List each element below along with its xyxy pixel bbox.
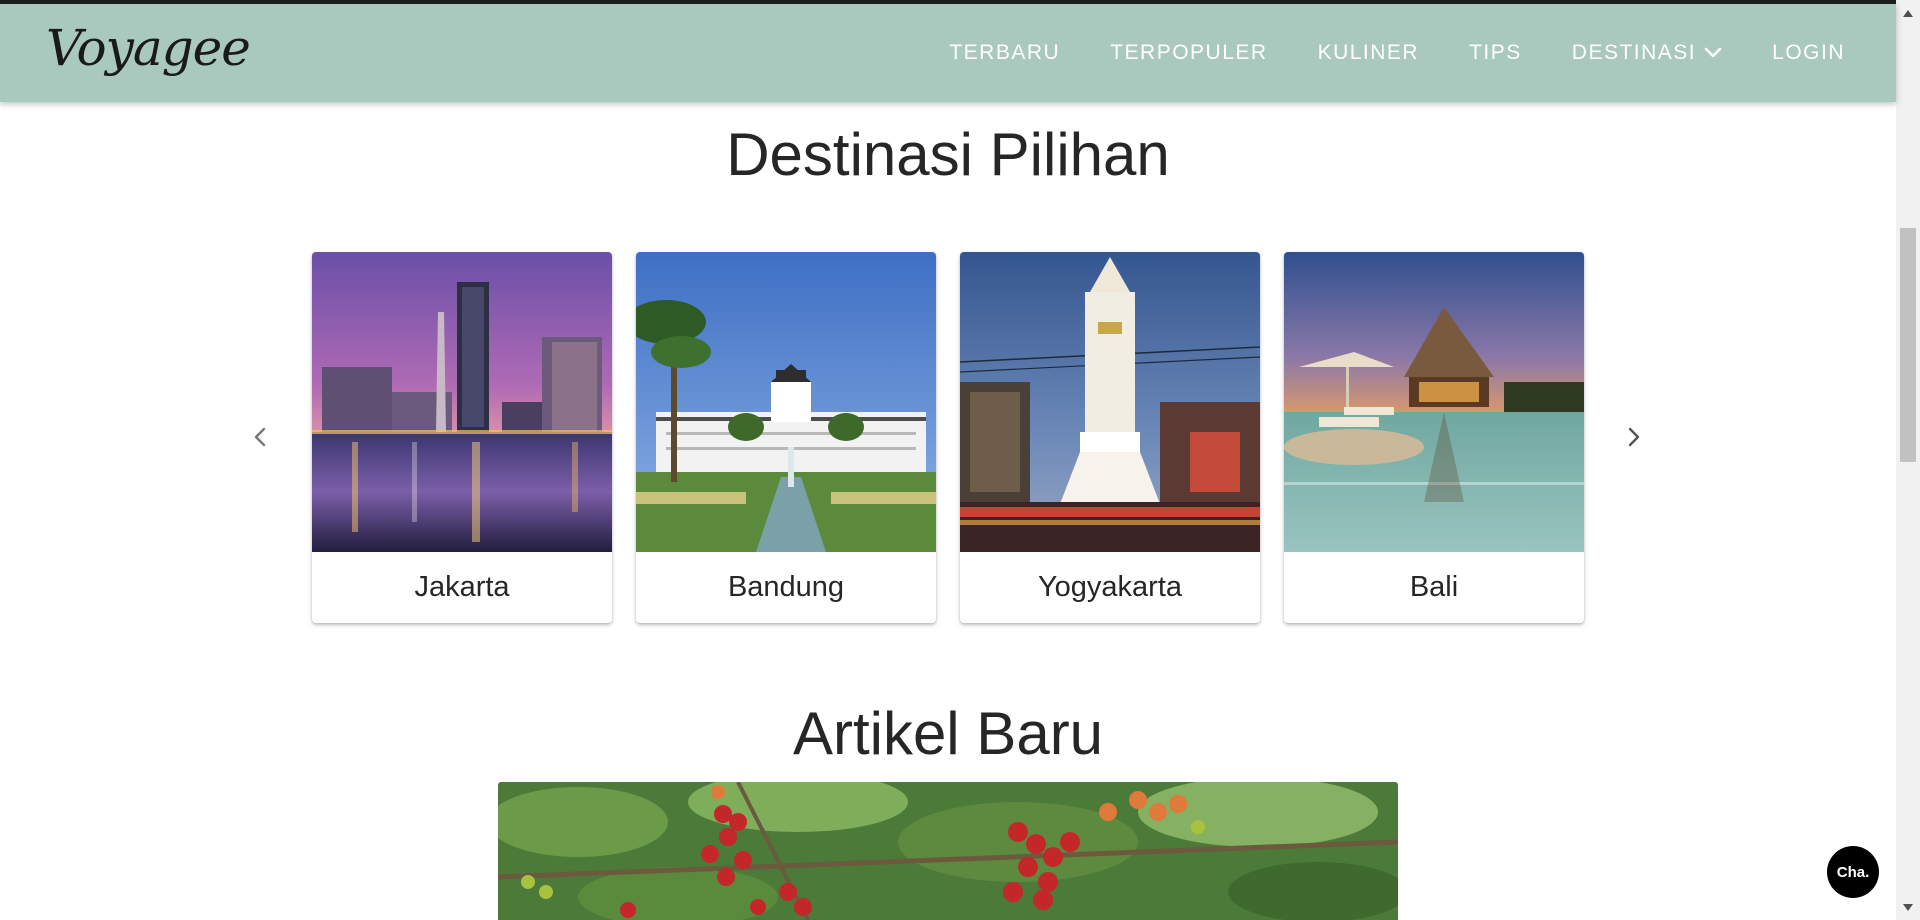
destination-label: Yogyakarta <box>1037 571 1183 603</box>
nav-menu: TERBARU TERPOPULER KULINER TIPS DESTINAS… <box>924 4 1870 102</box>
destination-image-jakarta <box>312 252 612 552</box>
nav-item-label: TERBARU <box>949 41 1061 64</box>
nav-item-label: LOGIN <box>1772 41 1845 64</box>
carousel-prev-button[interactable] <box>245 422 275 452</box>
nav-item-label: KULINER <box>1317 41 1420 64</box>
section-title-artikel: Artikel Baru <box>792 700 1104 767</box>
scroll-down-button[interactable] <box>1896 896 1920 918</box>
chat-button-label: Cha. <box>1836 863 1870 881</box>
destination-label: Bali <box>1409 571 1459 603</box>
nav-item-terbaru[interactable]: TERBARU <box>924 41 1085 65</box>
navbar: Voyagee TERBARU TERPOPULER KULINER TIPS … <box>0 4 1896 102</box>
scroll-up-arrow-icon <box>1903 9 1913 17</box>
nav-item-destinasi[interactable]: DESTINASI <box>1547 41 1747 65</box>
nav-item-tips[interactable]: TIPS <box>1444 41 1547 65</box>
vertical-scrollbar[interactable] <box>1896 0 1920 920</box>
destination-image-bandung <box>636 252 936 552</box>
brand-logo[interactable]: Voyagee <box>46 18 251 78</box>
destination-card-bali[interactable]: Bali <box>1284 252 1584 623</box>
carousel-next-button[interactable] <box>1619 422 1649 452</box>
chat-button[interactable]: Cha. <box>1827 846 1879 898</box>
destination-card-jakarta[interactable]: Jakarta <box>312 252 612 623</box>
article-image-coffee[interactable] <box>498 782 1398 920</box>
section-title-destinasi: Destinasi Pilihan <box>726 121 1170 188</box>
destination-card-bandung[interactable]: Bandung <box>636 252 936 623</box>
nav-item-kuliner[interactable]: KULINER <box>1293 41 1445 65</box>
destination-image-bali <box>1284 252 1584 552</box>
chevron-down-icon <box>1704 47 1722 58</box>
nav-item-label: DESTINASI <box>1571 41 1697 64</box>
destination-label: Jakarta <box>414 571 510 603</box>
nav-item-login[interactable]: LOGIN <box>1747 41 1870 65</box>
nav-item-label: TERPOPULER <box>1110 41 1268 64</box>
nav-item-terpopuler[interactable]: TERPOPULER <box>1085 41 1292 65</box>
scroll-up-button[interactable] <box>1896 2 1920 24</box>
destination-label: Bandung <box>727 571 845 603</box>
scroll-down-arrow-icon <box>1903 903 1913 911</box>
destination-image-yogyakarta <box>960 252 1260 552</box>
page: Voyagee TERBARU TERPOPULER KULINER TIPS … <box>0 0 1920 920</box>
scrollbar-thumb[interactable] <box>1900 228 1916 462</box>
destination-card-yogyakarta[interactable]: Yogyakarta <box>960 252 1260 623</box>
chevron-left-icon <box>254 427 266 447</box>
chevron-right-icon <box>1628 427 1640 447</box>
nav-item-label: TIPS <box>1469 41 1522 64</box>
